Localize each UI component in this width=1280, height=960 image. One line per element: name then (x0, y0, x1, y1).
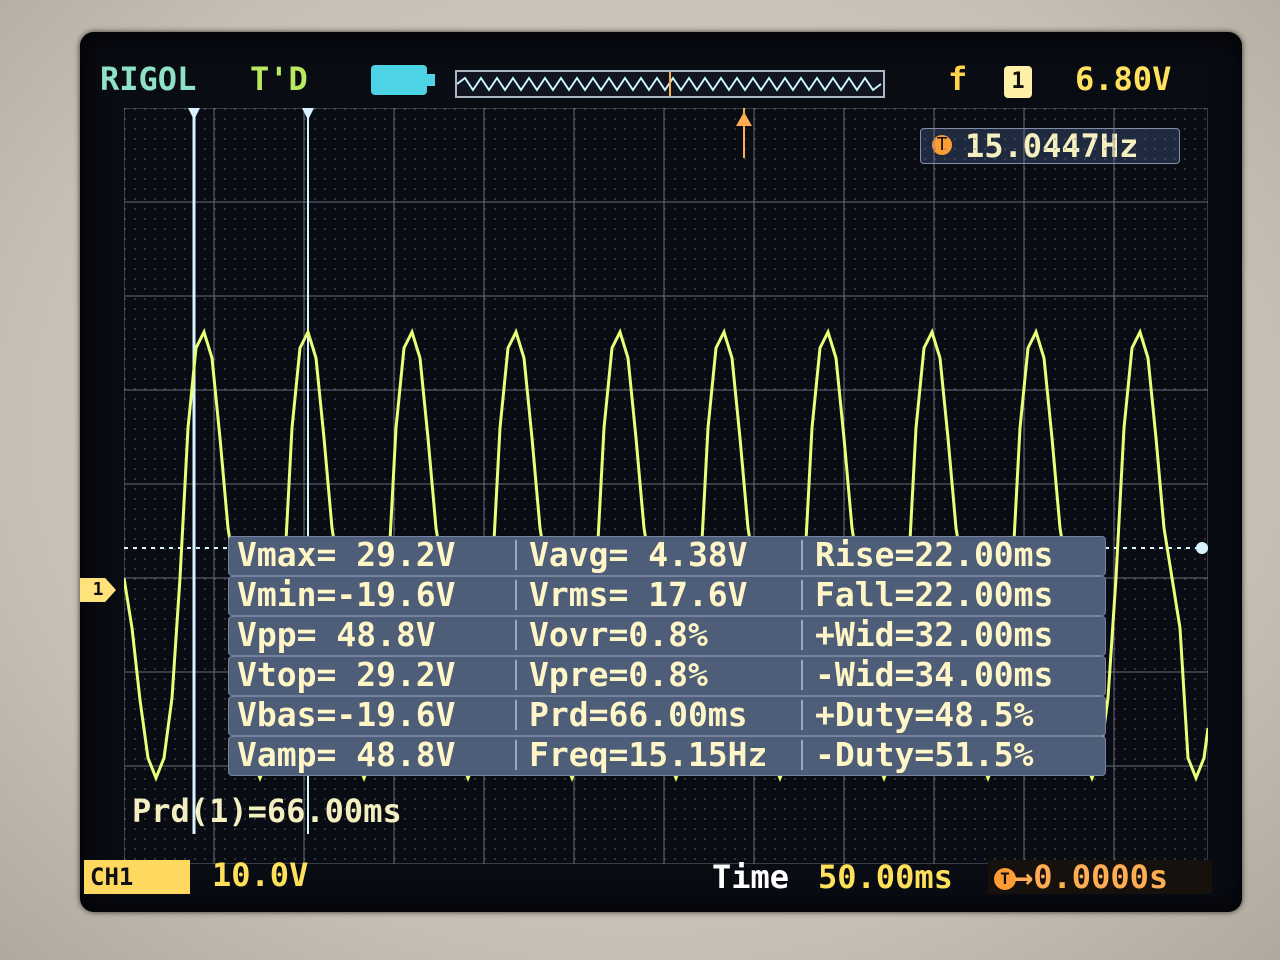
measurement-row: Vtop= 29.2V Vpre=0.8% -Wid=34.00ms (228, 655, 1106, 696)
volts-per-div: 10.0V (212, 856, 309, 894)
measurement-row: Vmax= 29.2V Vavg= 4.38V Rise=22.00ms (228, 535, 1106, 576)
measurement-separator (515, 620, 517, 650)
measurement-cell: Vbas=-19.6V (237, 695, 456, 734)
time-per-div: 50.00ms (818, 858, 953, 896)
measurement-cell: Vmax= 29.2V (237, 535, 456, 574)
brand-label: RIGOL (100, 60, 197, 98)
measurement-cell: Vrms= 17.6V (529, 575, 748, 614)
measurement-separator (801, 580, 803, 610)
measurement-separator (801, 620, 803, 650)
measurement-cell: Fall=22.00ms (815, 575, 1054, 614)
power-icon (371, 65, 435, 95)
measurement-separator (515, 660, 517, 690)
measurement-separator (515, 580, 517, 610)
measurement-cell: Vovr=0.8% (529, 615, 708, 654)
cursor-readout: Prd(1)=66.00ms (132, 792, 402, 830)
time-label: Time (712, 858, 790, 896)
trigger-level: 6.80V (1075, 60, 1172, 98)
measurement-cell: +Duty=48.5% (815, 695, 1034, 734)
trigger-icon: T (994, 868, 1016, 890)
trigger-level-handle[interactable] (1196, 542, 1208, 554)
measurement-cell: Vpre=0.8% (529, 655, 708, 694)
measurement-separator (801, 700, 803, 730)
measurement-cell: -Wid=34.00ms (815, 655, 1054, 694)
trigger-state: T'D (250, 60, 308, 98)
measurement-cell: Vamp= 48.8V (237, 735, 456, 774)
measurement-cell: Vpp= 48.8V (237, 615, 436, 654)
memory-waveform-icon (456, 72, 882, 96)
measurement-separator (801, 540, 803, 570)
measurement-cell: Vmin=-19.6V (237, 575, 456, 614)
measurement-panel: Vmax= 29.2V Vavg= 4.38V Rise=22.00ms Vmi… (228, 535, 1106, 778)
measurement-separator (801, 660, 803, 690)
measurement-separator (801, 740, 803, 770)
edge-trigger-icon: f (948, 60, 968, 98)
channel-marker: 1 (80, 578, 116, 602)
measurement-cell: Vavg= 4.38V (529, 535, 748, 574)
oscilloscope-screen: RIGOL T'D f 1 6.80V T 15.0447Hz (80, 32, 1242, 912)
measurement-cell: +Wid=32.00ms (815, 615, 1054, 654)
measurement-cell: Freq=15.15Hz (529, 735, 768, 774)
measurement-cell: Prd=66.00ms (529, 695, 748, 734)
measurement-row: Vamp= 48.8V Freq=15.15Hz -Duty=51.5% (228, 735, 1106, 776)
measurement-row: Vpp= 48.8V Vovr=0.8% +Wid=32.00ms (228, 615, 1106, 656)
measurement-separator (515, 740, 517, 770)
measurement-cell: Vtop= 29.2V (237, 655, 456, 694)
channel-badge: 1 (1004, 66, 1032, 98)
measurement-row: Vmin=-19.6V Vrms= 17.6V Fall=22.00ms (228, 575, 1106, 616)
channel-scale-badge: CH1 (84, 860, 190, 894)
memory-depth-bar (455, 70, 885, 98)
measurement-row: Vbas=-19.6V Prd=66.00ms +Duty=48.5% (228, 695, 1106, 736)
measurement-separator (515, 540, 517, 570)
trigger-offset: →0.0000s (1014, 858, 1169, 896)
measurement-cell: -Duty=51.5% (815, 735, 1034, 774)
measurement-separator (515, 700, 517, 730)
measurement-cell: Rise=22.00ms (815, 535, 1054, 574)
